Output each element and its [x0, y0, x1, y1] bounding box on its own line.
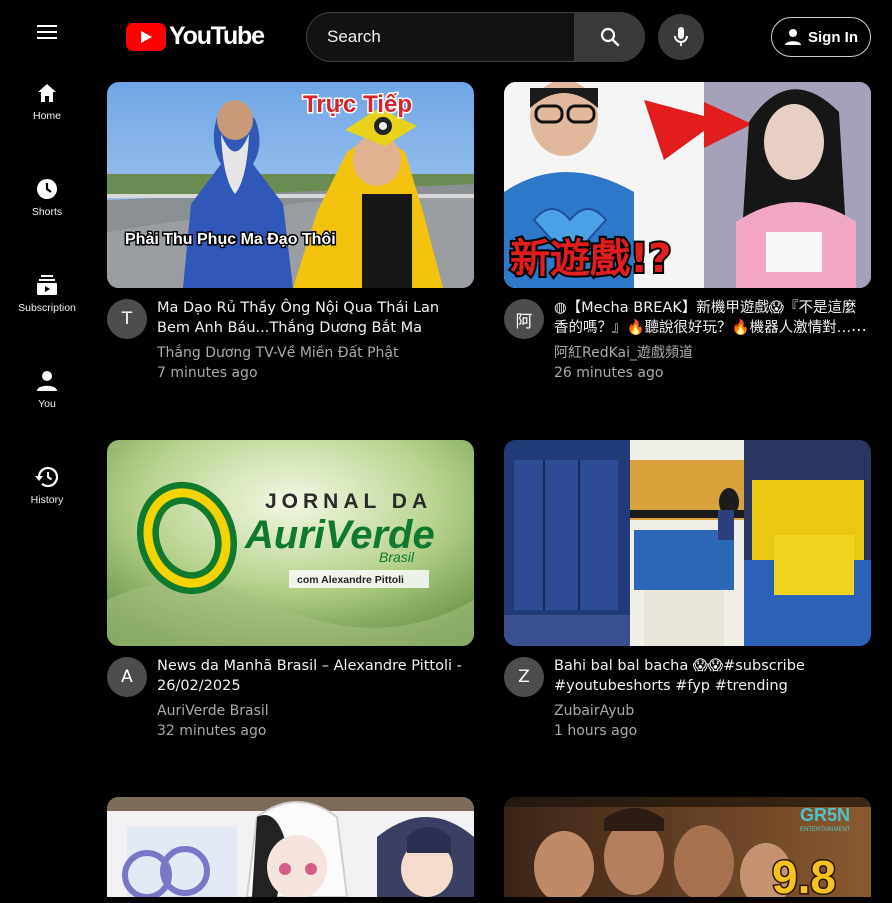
- menu-button[interactable]: [27, 16, 67, 48]
- video-thumbnail[interactable]: [504, 440, 871, 646]
- sidebar-item-label: You: [38, 398, 56, 410]
- sidebar-item-subscription[interactable]: Subscription: [0, 268, 94, 348]
- sidebar-item-home[interactable]: Home: [0, 76, 94, 156]
- menu-icon: [37, 25, 57, 39]
- upload-age: 26 minutes ago: [554, 365, 664, 381]
- video-title[interactable]: News da Manhã Brasil – Alexandre Pittoli…: [157, 656, 474, 696]
- sidebar-item-label: Subscription: [18, 302, 76, 314]
- channel-avatar[interactable]: T: [107, 299, 147, 339]
- thumb-caption: JORNAL DA: [265, 490, 432, 513]
- video-meta: Bahi bal bal bacha 😱😱#subscribe #youtube…: [554, 656, 871, 741]
- channel-avatar[interactable]: 阿: [504, 299, 544, 339]
- thumb-caption: Trực Tiếp: [303, 91, 412, 118]
- masthead: YouTube Sign In: [0, 0, 892, 72]
- video-meta: News da Manhã Brasil – Alexandre Pittoli…: [157, 656, 474, 741]
- search-box[interactable]: [306, 12, 576, 62]
- mic-icon: [674, 27, 688, 46]
- youtube-logo[interactable]: YouTube: [126, 22, 265, 51]
- channel-avatar[interactable]: A: [107, 657, 147, 697]
- video-thumbnail[interactable]: JORNAL DA AuriVerde Brasil com Alexandre…: [107, 440, 474, 646]
- video-card[interactable]: GR5N ENTERTAINMENT 9.8: [504, 797, 871, 897]
- thumb-caption: 9.8: [772, 851, 836, 897]
- channel-name[interactable]: ZubairAyub: [554, 701, 871, 721]
- thumb-caption: GR5N: [800, 805, 850, 825]
- video-thumbnail[interactable]: Trực Tiếp Phải Thu Phục Ma Đạo Thôi: [107, 82, 474, 288]
- upload-age: 32 minutes ago: [157, 723, 267, 739]
- sidebar-item-you[interactable]: You: [0, 364, 94, 444]
- video-thumbnail[interactable]: [107, 797, 474, 897]
- sign-in-button[interactable]: Sign In: [771, 17, 871, 57]
- youtube-play-icon: [126, 22, 166, 51]
- shorts-icon: [37, 179, 57, 199]
- video-card[interactable]: [107, 797, 474, 897]
- account-icon: [785, 29, 801, 45]
- you-icon: [37, 371, 57, 391]
- upload-age: 7 minutes ago: [157, 365, 258, 381]
- video-thumbnail[interactable]: GR5N ENTERTAINMENT 9.8: [504, 797, 871, 897]
- history-icon: [35, 466, 59, 488]
- sidebar-item-history[interactable]: History: [0, 460, 94, 540]
- sidebar-item-label: Home: [32, 110, 61, 122]
- sidebar-item-label: Shorts: [31, 206, 63, 218]
- video-title[interactable]: Ma Dạo Rủ Thầy Ông Nội Qua Thái Lan Bem …: [157, 298, 474, 338]
- subscriptions-icon: [37, 275, 57, 295]
- thumb-caption: ENTERTAINMENT: [800, 827, 851, 833]
- voice-search-button[interactable]: [658, 14, 704, 60]
- video-meta: Ma Dạo Rủ Thầy Ông Nội Qua Thái Lan Bem …: [157, 298, 474, 383]
- thumb-caption: 新遊戲!?: [510, 236, 671, 282]
- sidebar-item-shorts[interactable]: Shorts: [0, 172, 94, 252]
- upload-age: 1 hours ago: [554, 723, 638, 739]
- logo-text: YouTube: [169, 22, 265, 50]
- video-thumbnail[interactable]: 新遊戲!?: [504, 82, 871, 288]
- video-meta: ◍【Mecha BREAK】新機甲遊戲😱『不是這麼香的嗎？』🔥聽說很好玩？🔥機器…: [554, 298, 871, 383]
- search-input[interactable]: [327, 27, 557, 47]
- search-button[interactable]: [574, 12, 645, 62]
- more-options-icon[interactable]: ⋯: [851, 320, 867, 340]
- channel-avatar[interactable]: Z: [504, 657, 544, 697]
- video-card[interactable]: Z Bahi bal bal bacha 😱😱#subscribe #youtu…: [504, 440, 871, 750]
- video-title[interactable]: ◍【Mecha BREAK】新機甲遊戲😱『不是這麼香的嗎？』🔥聽說很好玩？🔥機器…: [554, 298, 871, 338]
- sidebar-item-label: History: [30, 494, 64, 506]
- channel-name[interactable]: AuriVerde Brasil: [157, 701, 474, 721]
- channel-name[interactable]: 阿紅RedKai_遊戲頻道: [554, 343, 871, 363]
- thumb-caption: Phải Thu Phục Ma Đạo Thôi: [125, 231, 336, 248]
- sign-in-label: Sign In: [808, 28, 858, 46]
- video-card[interactable]: Trực Tiếp Phải Thu Phục Ma Đạo Thôi T Ma…: [107, 82, 474, 392]
- home-icon: [38, 84, 56, 102]
- search-icon: [600, 27, 619, 47]
- video-card[interactable]: 新遊戲!? 阿 ◍【Mecha BREAK】新機甲遊戲😱『不是這麼香的嗎？』🔥聽…: [504, 82, 871, 392]
- video-card[interactable]: JORNAL DA AuriVerde Brasil com Alexandre…: [107, 440, 474, 750]
- channel-name[interactable]: Thắng Dương TV-Về Miền Đất Phật: [157, 343, 474, 363]
- thumb-caption: com Alexandre Pittoli: [297, 574, 404, 586]
- video-title[interactable]: Bahi bal bal bacha 😱😱#subscribe #youtube…: [554, 656, 871, 696]
- thumb-caption: Brasil: [379, 549, 415, 565]
